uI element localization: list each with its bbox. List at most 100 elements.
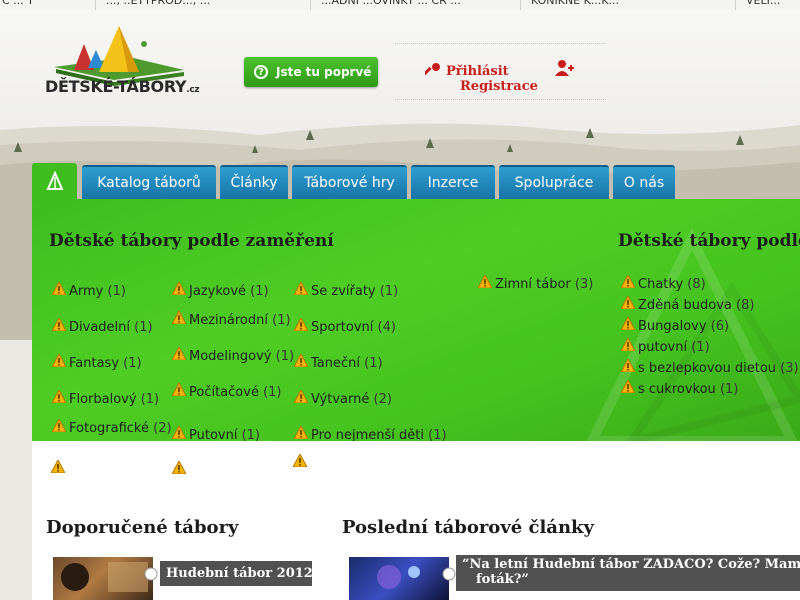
category-name: Výtvarné bbox=[311, 392, 370, 407]
category-count: (1) bbox=[379, 284, 399, 299]
warning-icon bbox=[52, 419, 66, 432]
category-count: (1) bbox=[140, 392, 160, 407]
tab-taborove-hry[interactable]: Táborové hry bbox=[292, 165, 407, 199]
category-name: Divadelní bbox=[69, 320, 130, 335]
category-count: (2) bbox=[373, 392, 392, 407]
warning-icon bbox=[621, 317, 635, 330]
focus-category-link[interactable]: Putovní (1) bbox=[172, 426, 299, 441]
warning-icon bbox=[621, 296, 635, 309]
logo-name: DĚTSKÉ-TÁBORY bbox=[45, 77, 187, 96]
user-add-icon[interactable] bbox=[555, 59, 575, 77]
warning-icon bbox=[172, 282, 186, 295]
tab-katalog[interactable]: Katalog táborů bbox=[82, 165, 216, 199]
recommended-title: Doporučené tábory bbox=[46, 517, 239, 538]
article-title-line: foták?” bbox=[476, 572, 529, 587]
ticker-item[interactable]: ...ÁDNÍ ...OVINKY ... ČR ... bbox=[310, 0, 461, 10]
focus-category-link[interactable]: Se zvířaty (1) bbox=[294, 282, 431, 299]
category-name: Bungalovy bbox=[638, 319, 707, 334]
category-name: Jazykové bbox=[189, 284, 247, 299]
category-name: Zimní tábor bbox=[495, 277, 571, 292]
articles-title: Poslední táborové články bbox=[342, 517, 594, 538]
focus-category-link[interactable]: Mezinárodní (1) bbox=[172, 311, 299, 328]
article-thumbnail[interactable] bbox=[349, 557, 449, 600]
lodging-category-link[interactable]: Zděná budova (8) bbox=[621, 296, 800, 313]
ticker-item[interactable]: KONÍKNE K...K... bbox=[520, 0, 619, 10]
category-count: (1) bbox=[107, 284, 126, 299]
focus-category-link[interactable]: Divadelní (1) bbox=[52, 318, 179, 335]
focus-category-link[interactable]: Army (1) bbox=[52, 282, 179, 299]
warning-icon bbox=[172, 461, 186, 474]
tab-clanky[interactable]: Články bbox=[220, 165, 288, 199]
tab-home[interactable] bbox=[32, 163, 77, 199]
focus-category-link[interactable]: Fotografické (2) bbox=[52, 419, 179, 436]
warning-icon bbox=[621, 275, 635, 288]
category-name: Mezinárodní bbox=[189, 313, 268, 328]
ticker-item[interactable]: Č ... T bbox=[0, 0, 34, 10]
lodging-category-link[interactable]: Chatky (8) bbox=[621, 275, 800, 292]
category-name: Taneční bbox=[311, 356, 360, 371]
focus-category-link[interactable]: Pro nejmenší děti (1) bbox=[294, 426, 471, 441]
tab-label: Spolupráce bbox=[514, 175, 594, 191]
tab-spoluprace[interactable]: Spolupráce bbox=[499, 165, 609, 199]
focus-category-link[interactable]: Jazykové (1) bbox=[172, 282, 299, 299]
warning-icon bbox=[294, 318, 308, 331]
tab-label: O nás bbox=[623, 175, 665, 191]
warning-icon bbox=[52, 354, 66, 367]
focus-category-link[interactable]: Sportovní (4) bbox=[294, 318, 431, 335]
login-link[interactable]: Přihlásit bbox=[446, 64, 509, 79]
category-count: (4) bbox=[377, 320, 396, 335]
tab-o-nas[interactable]: O nás bbox=[613, 165, 675, 199]
question-icon: ? bbox=[254, 65, 268, 79]
focus-category-link[interactable]: Výtvarné (2) bbox=[294, 390, 431, 407]
warning-icon bbox=[52, 282, 66, 295]
focus-category-link[interactable]: Florbalový (1) bbox=[52, 390, 179, 407]
tab-inzerce[interactable]: Inzerce bbox=[411, 165, 495, 199]
category-name: Chatky bbox=[638, 277, 684, 292]
category-count: (1) bbox=[272, 313, 291, 328]
focus-category-link[interactable]: Modelingový (1) bbox=[172, 347, 299, 364]
category-count: (1) bbox=[134, 320, 153, 335]
warning-icon bbox=[294, 390, 308, 403]
focus-category-link[interactable]: Počítačové (1) bbox=[172, 383, 299, 400]
warning-icon bbox=[294, 282, 308, 295]
first-visit-button[interactable]: ? Jste tu poprvé bbox=[244, 57, 378, 87]
category-count: (8) bbox=[736, 298, 755, 313]
logo-wordmark[interactable]: DĚTSKÉ-TÁBORY.cz bbox=[45, 77, 200, 96]
article-item-title[interactable]: “Na letní Hudební tábor ZADACO? Cože? Ma… bbox=[456, 555, 800, 591]
focus-category-link[interactable]: Taneční (1) bbox=[294, 354, 431, 371]
category-name: Pro nejmenší děti bbox=[311, 428, 424, 441]
warning-icon bbox=[172, 383, 186, 396]
category-count: (1) bbox=[691, 340, 710, 355]
category-count: (1) bbox=[275, 349, 295, 364]
category-count: (8) bbox=[687, 277, 706, 292]
category-count: (1) bbox=[250, 284, 269, 299]
category-count: (1) bbox=[364, 356, 383, 371]
lodging-category-link[interactable]: Bungalovy (6) bbox=[621, 317, 800, 334]
category-name: Počítačové bbox=[189, 385, 259, 400]
category-name: Se zvířaty bbox=[311, 284, 376, 299]
ticker-item[interactable]: VELÍ... bbox=[735, 0, 780, 10]
lodging-category-link[interactable]: s cukrovkou (1) bbox=[621, 380, 800, 397]
focus-category-link[interactable]: Fantasy (1) bbox=[52, 354, 179, 371]
tab-label: Články bbox=[230, 175, 278, 191]
focus-category-link[interactable]: Zimní tábor (3) bbox=[478, 275, 615, 292]
category-count: (2) bbox=[153, 421, 172, 436]
warning-icon bbox=[52, 318, 66, 331]
category-name: Florbalový bbox=[69, 392, 137, 407]
category-name: putovní bbox=[638, 340, 688, 355]
main-navigation: Katalog táborů Články Táborové hry Inzer… bbox=[32, 163, 800, 199]
recommended-item-title[interactable]: Hudební tábor 2012 bbox=[160, 561, 313, 586]
category-count: (1) bbox=[241, 428, 261, 441]
ticker-item[interactable]: ..., ..ĚTYPROD..., ... bbox=[95, 0, 210, 10]
recommended-thumbnail[interactable] bbox=[53, 557, 153, 600]
stage-photo bbox=[377, 565, 420, 589]
category-name: Sportovní bbox=[311, 320, 374, 335]
lodging-category-link[interactable]: s bezlepkovou dietou (3) bbox=[621, 359, 800, 376]
category-count: (1) bbox=[123, 356, 142, 371]
home-tent-icon bbox=[45, 171, 64, 190]
tab-label: Inzerce bbox=[427, 175, 479, 191]
warning-icon bbox=[621, 338, 635, 351]
register-link[interactable]: Registrace bbox=[460, 79, 538, 94]
lodging-category-link[interactable]: putovní (1) bbox=[621, 338, 800, 355]
warning-icon bbox=[294, 426, 308, 439]
